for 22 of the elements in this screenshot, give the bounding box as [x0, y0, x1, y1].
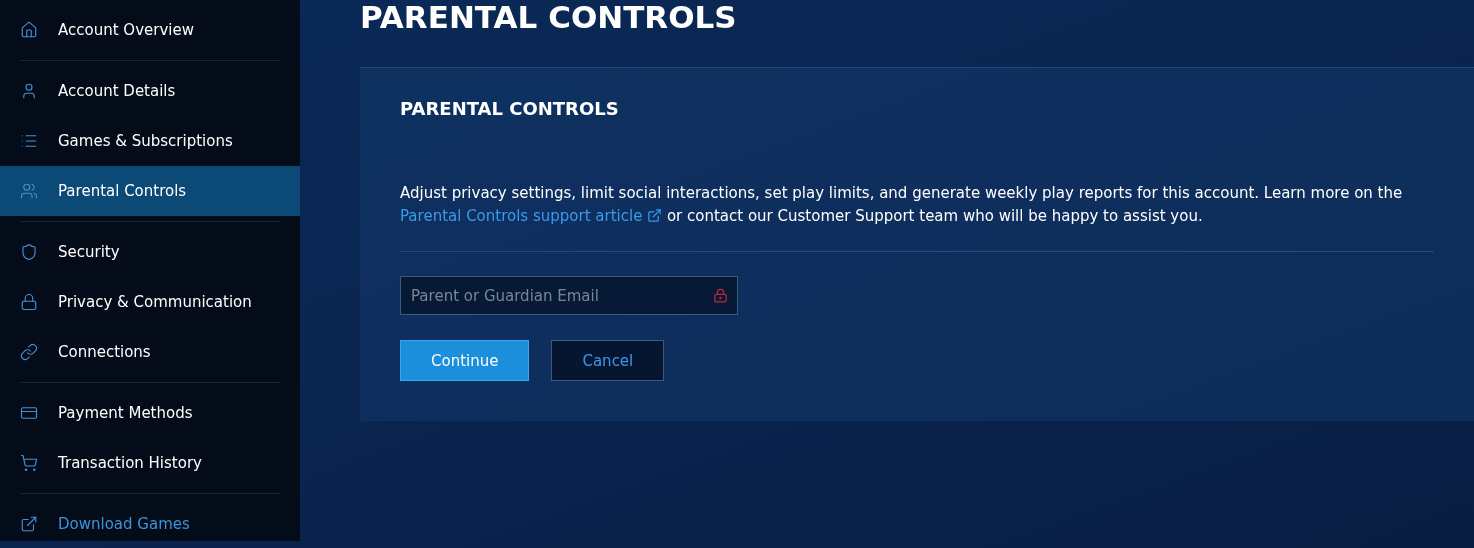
card-title: PARENTAL CONTROLS [400, 98, 620, 119]
description: Adjust privacy settings, limit social interactions, set play limits, and generate weekly play reports for this account. Learn more on the Parental Controls support article or contact our Customer Support team who will be happy to assist you. [400, 182, 1434, 252]
email-field[interactable]: Parent or Guardian Email [400, 276, 738, 315]
sidebar-item[interactable]: Download Games [0, 499, 300, 548]
users-icon [20, 182, 40, 200]
credit-card-icon [20, 404, 40, 422]
sidebar-item[interactable]: Security [0, 227, 300, 277]
sidebar-item[interactable]: Payment Methods [0, 388, 300, 438]
sidebar-item[interactable]: Connections [0, 327, 300, 377]
support-link[interactable]: Parental Controls support article [400, 207, 663, 225]
cart-icon [20, 454, 40, 472]
sidebar-item[interactable]: Transaction History [0, 438, 300, 488]
lock-icon [713, 288, 728, 303]
link-icon [20, 343, 40, 361]
sidebar-item[interactable]: Account Overview [0, 5, 300, 55]
external-link-icon [647, 208, 663, 223]
sidebar-item[interactable]: Games & Subscriptions [0, 116, 300, 166]
cancel-button[interactable]: Cancel [551, 340, 665, 381]
sidebar-item[interactable]: Account Details [0, 66, 300, 116]
sidebar-item[interactable]: Privacy & Communication [0, 277, 300, 327]
sidebar-item[interactable]: Parental Controls [0, 166, 300, 216]
page-title: PARENTAL CONTROLS [360, 0, 738, 37]
